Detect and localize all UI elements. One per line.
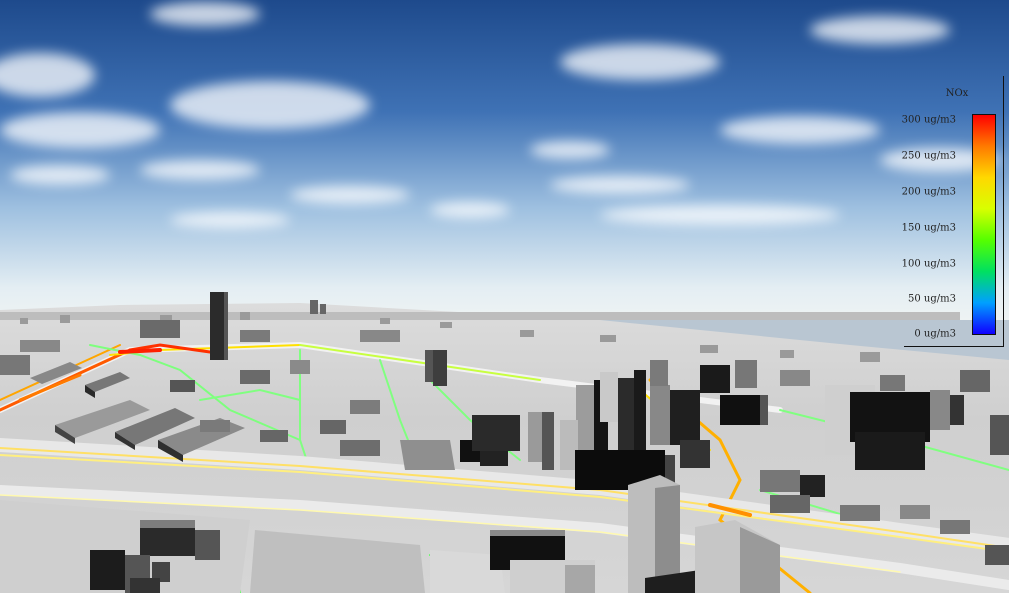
sky xyxy=(0,0,1009,320)
legend-label-0: 0 ug/m3 xyxy=(914,328,956,340)
legend-label-200: 200 ug/m3 xyxy=(901,186,956,198)
legend-label-250: 250 ug/m3 xyxy=(901,150,956,162)
color-scale-bar xyxy=(972,114,996,335)
legend-label-300: 300 ug/m3 xyxy=(901,114,956,126)
legend-label-150: 150 ug/m3 xyxy=(901,222,956,234)
legend-title: NOx xyxy=(945,88,969,99)
3d-city-map-view[interactable] xyxy=(0,0,1009,593)
nox-legend: NOx 300 ug/m3 250 ug/m3 200 ug/m3 150 ug… xyxy=(901,76,1004,347)
legend-label-100: 100 ug/m3 xyxy=(901,258,956,270)
legend-label-50: 50 ug/m3 xyxy=(908,293,956,305)
